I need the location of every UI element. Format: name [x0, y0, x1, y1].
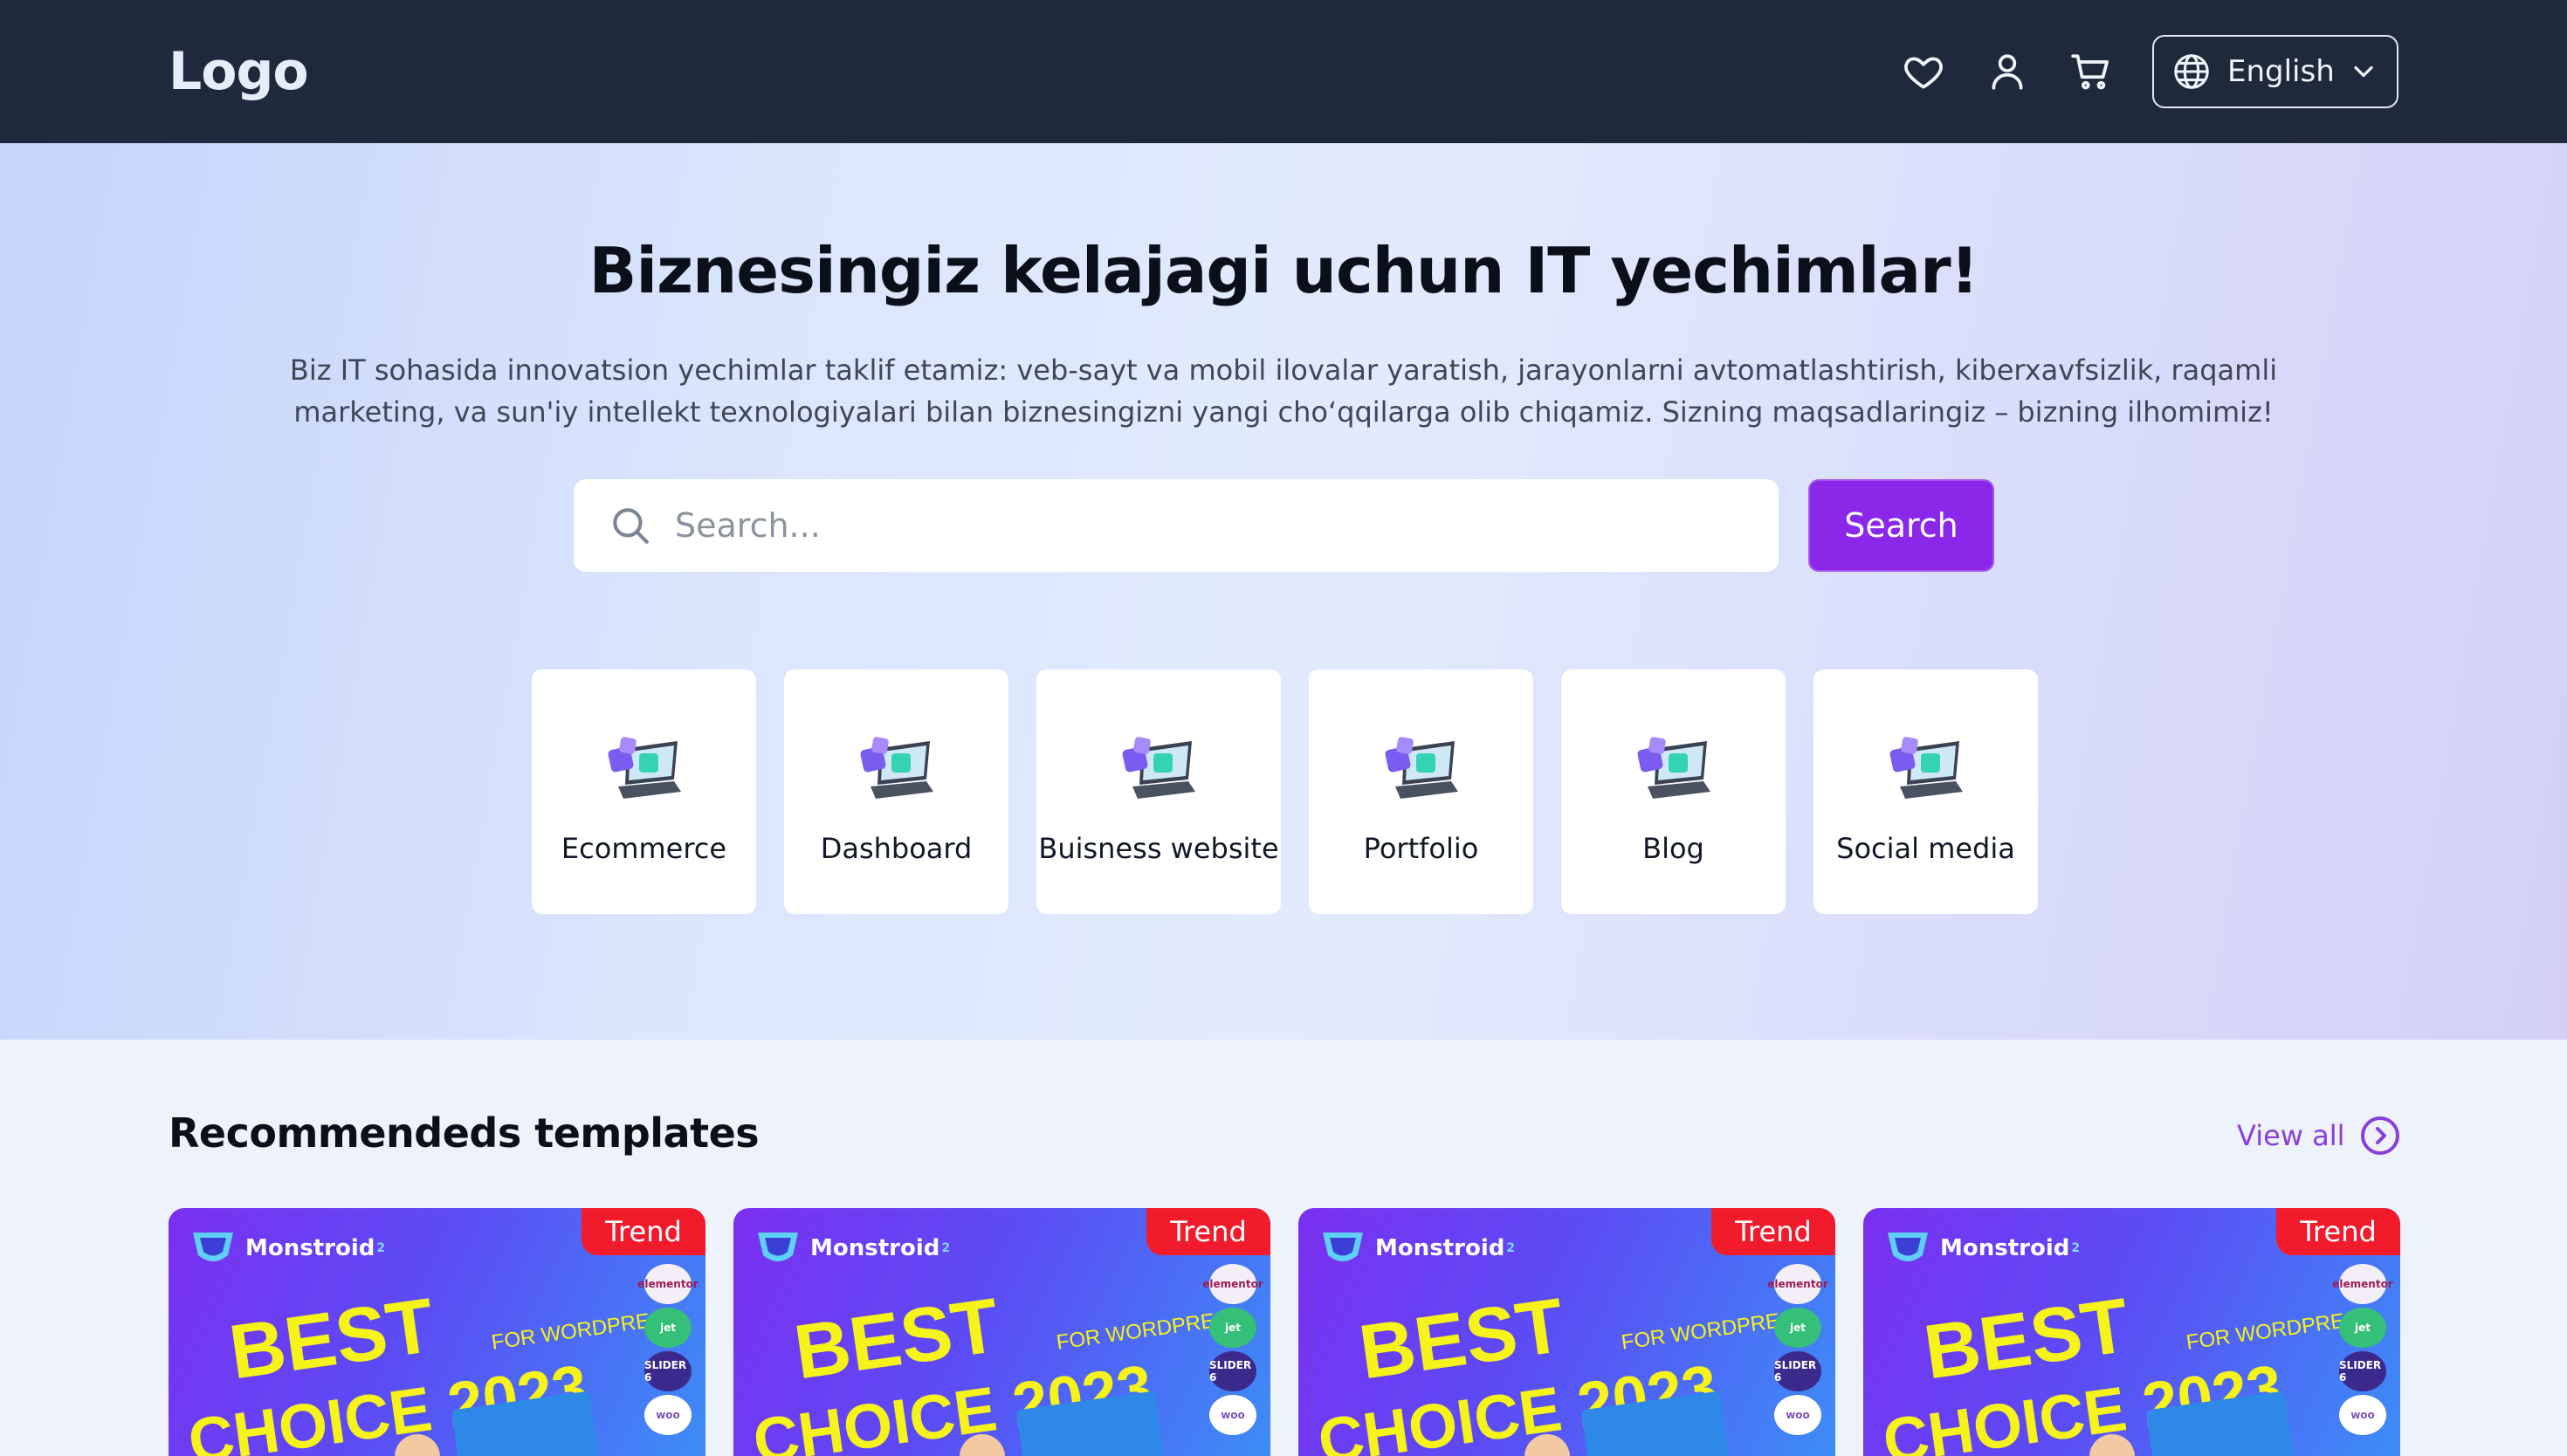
- plugin-badge: SLIDER 6: [644, 1351, 692, 1391]
- category-label: Dashboard: [820, 832, 973, 865]
- plugin-badges: elementor jet SLIDER 6 woo: [637, 1264, 699, 1439]
- search-button[interactable]: Search: [1808, 479, 1994, 572]
- trend-badge: Trend: [1711, 1208, 1835, 1255]
- brand-logo: Monstroid 2: [754, 1227, 950, 1269]
- category-card-portfolio[interactable]: Portfolio: [1309, 670, 1533, 914]
- laptop-icon: [1637, 737, 1710, 799]
- user-icon[interactable]: [1979, 44, 2035, 100]
- category-label: Portfolio: [1363, 832, 1479, 865]
- chevron-right-circle-icon: [2359, 1115, 2401, 1157]
- brand-name: Monstroid: [1375, 1235, 1505, 1261]
- plugin-badge: jet: [1774, 1308, 1821, 1348]
- language-label: English: [2227, 54, 2335, 89]
- brand-logo: Monstroid 2: [189, 1227, 385, 1269]
- view-all-label: View all: [2237, 1119, 2345, 1152]
- template-card[interactable]: BEST CHOICE 2023 FOR WORDPRESS Monstroid…: [1863, 1208, 2400, 1456]
- laptop-icon: [1385, 737, 1458, 799]
- plugin-badge: elementor: [1202, 1264, 1263, 1304]
- shield-icon: [1884, 1227, 1931, 1269]
- hero-title: Biznesingiz kelajagi uchun IT yechimlar!: [588, 234, 1979, 307]
- globe-icon: [2171, 52, 2212, 92]
- plugin-badge: SLIDER 6: [1209, 1351, 1256, 1391]
- template-card[interactable]: BEST CHOICE 2023 FOR WORDPRESS Monstroid…: [733, 1208, 1270, 1456]
- category-card-blog[interactable]: Blog: [1561, 670, 1786, 914]
- trend-badge: Trend: [1146, 1208, 1270, 1255]
- template-card[interactable]: BEST CHOICE 2023 FOR WORDPRESS Monstroid…: [169, 1208, 705, 1456]
- hero-section: Biznesingiz kelajagi uchun IT yechimlar!…: [0, 143, 2567, 1040]
- brand-name: Monstroid: [1940, 1235, 2070, 1261]
- brand-logo: Monstroid 2: [1884, 1227, 2080, 1269]
- top-navbar: Logo English: [0, 0, 2567, 143]
- shield-icon: [1319, 1227, 1366, 1269]
- laptop-icon: [1889, 737, 1963, 799]
- shield-icon: [189, 1227, 237, 1269]
- view-all-link[interactable]: View all: [2237, 1115, 2401, 1157]
- category-card-social-media[interactable]: Social media: [1813, 670, 2038, 914]
- plugin-badge: woo: [644, 1395, 692, 1435]
- plugin-badges: elementor jet SLIDER 6 woo: [1767, 1264, 1828, 1439]
- brand-sup: 2: [2071, 1241, 2081, 1255]
- category-card-dashboard[interactable]: Dashboard: [784, 670, 1008, 914]
- brand-name: Monstroid: [810, 1235, 940, 1261]
- search-input[interactable]: [675, 506, 1744, 545]
- recommended-title: Recommendeds templates: [169, 1109, 760, 1157]
- trend-badge: Trend: [2276, 1208, 2400, 1255]
- plugin-badge: woo: [1774, 1395, 1821, 1435]
- search-bar: [574, 479, 1779, 572]
- template-cards: BEST CHOICE 2023 FOR WORDPRESS Monstroid…: [169, 1208, 2400, 1456]
- plugin-badge: jet: [2339, 1308, 2386, 1348]
- plugin-badge: SLIDER 6: [1774, 1351, 1821, 1391]
- laptop-icon: [608, 737, 681, 799]
- search-icon: [609, 504, 652, 547]
- shield-icon: [754, 1227, 802, 1269]
- logo[interactable]: Logo: [169, 41, 309, 102]
- category-label: Ecommerce: [561, 832, 727, 865]
- plugin-badges: elementor jet SLIDER 6 woo: [2332, 1264, 2393, 1439]
- plugin-badge: elementor: [2332, 1264, 2393, 1304]
- brand-sup: 2: [376, 1241, 386, 1255]
- plugin-badge: jet: [1209, 1308, 1256, 1348]
- chevron-down-icon: [2348, 56, 2379, 87]
- brand-sup: 2: [1506, 1241, 1516, 1255]
- plugin-badge: woo: [2339, 1395, 2386, 1435]
- category-label: Social media: [1836, 832, 2015, 865]
- plugin-badge: SLIDER 6: [2339, 1351, 2386, 1391]
- plugin-badge: woo: [1209, 1395, 1256, 1435]
- plugin-badge: jet: [644, 1308, 692, 1348]
- trend-badge: Trend: [582, 1208, 705, 1255]
- category-label: Buisness website: [1038, 832, 1279, 865]
- category-label: Blog: [1642, 832, 1704, 865]
- category-list: Ecommerce Dashboard Buisness website Por…: [532, 670, 2038, 914]
- plugin-badge: elementor: [637, 1264, 699, 1304]
- heart-icon[interactable]: [1896, 44, 1951, 100]
- brand-name: Monstroid: [245, 1235, 375, 1261]
- hero-description: Biz IT sohasida innovatsion yechimlar ta…: [289, 354, 2278, 429]
- plugin-badges: elementor jet SLIDER 6 woo: [1202, 1264, 1263, 1439]
- plugin-badge: elementor: [1767, 1264, 1828, 1304]
- category-card-business-website[interactable]: Buisness website: [1036, 670, 1281, 914]
- laptop-icon: [860, 737, 933, 799]
- header-actions: English: [1868, 35, 2398, 108]
- laptop-icon: [1122, 737, 1195, 799]
- language-selector[interactable]: English: [2152, 35, 2398, 108]
- brand-sup: 2: [941, 1241, 951, 1255]
- cart-icon[interactable]: [2063, 44, 2119, 100]
- template-card[interactable]: BEST CHOICE 2023 FOR WORDPRESS Monstroid…: [1298, 1208, 1835, 1456]
- brand-logo: Monstroid 2: [1319, 1227, 1515, 1269]
- category-card-ecommerce[interactable]: Ecommerce: [532, 670, 756, 914]
